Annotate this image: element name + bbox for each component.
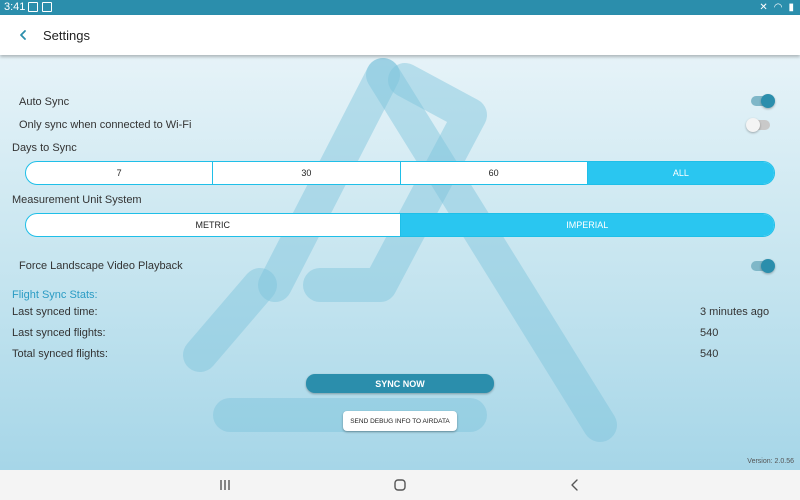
chevron-left-icon: [20, 30, 26, 40]
auto-sync-toggle[interactable]: [751, 94, 775, 108]
mute-icon: ✕: [759, 2, 768, 13]
unit-option-imperial[interactable]: IMPERIAL: [400, 214, 774, 236]
total-synced-flights-value: 540: [700, 348, 719, 360]
settings-content[interactable]: Auto Sync Only sync when connected to Wi…: [0, 55, 800, 470]
last-synced-time-value: 3 minutes ago: [700, 306, 770, 318]
wifi-icon: ◠: [773, 2, 783, 13]
status-time: 3:41: [4, 1, 26, 13]
days-option-30[interactable]: 30: [213, 162, 401, 184]
days-option-7[interactable]: 7: [26, 162, 214, 184]
app-bar: Settings: [0, 15, 800, 55]
total-synced-flights-label: Total synced flights:: [12, 348, 108, 360]
system-nav-bar: [0, 470, 800, 500]
recent-apps-icon: [220, 480, 230, 490]
page-title: Settings: [43, 28, 90, 43]
unit-option-metric[interactable]: METRIC: [26, 214, 401, 236]
home-button[interactable]: [390, 477, 410, 493]
days-to-sync-selector: 7 30 60 ALL: [25, 161, 775, 185]
status-bar: 3:41 ✕ ◠ ▮: [0, 0, 800, 15]
sync-now-button[interactable]: SYNC NOW: [306, 374, 494, 393]
force-landscape-toggle[interactable]: [751, 259, 775, 273]
toggle-knob: [761, 94, 775, 108]
system-back-button[interactable]: [565, 477, 585, 493]
status-system-icons: ✕ ◠ ▮: [759, 2, 794, 13]
send-debug-info-button[interactable]: SEND DEBUG INFO TO AIRDATA: [343, 411, 457, 431]
gallery-notification-icon: [28, 2, 38, 12]
days-option-all[interactable]: ALL: [587, 162, 774, 184]
home-icon: [394, 479, 406, 491]
back-button[interactable]: [12, 23, 34, 47]
days-to-sync-label: Days to Sync: [12, 142, 77, 154]
app-notification-icon: [42, 2, 52, 12]
flight-sync-stats-title: Flight Sync Stats:: [12, 289, 98, 301]
last-synced-time-label: Last synced time:: [12, 306, 98, 318]
toggle-knob: [761, 259, 775, 273]
days-option-60[interactable]: 60: [401, 162, 588, 184]
status-notification-icons: [28, 2, 52, 12]
battery-icon: ▮: [788, 2, 794, 13]
toggle-knob: [746, 118, 760, 132]
unit-system-label: Measurement Unit System: [12, 194, 142, 206]
last-synced-flights-value: 540: [700, 327, 719, 339]
recent-apps-button[interactable]: [215, 477, 235, 493]
wifi-only-toggle[interactable]: [746, 118, 770, 132]
version-label: Version: 2.0.56: [747, 458, 794, 465]
force-landscape-label: Force Landscape Video Playback: [19, 260, 183, 272]
auto-sync-label: Auto Sync: [19, 96, 70, 108]
wifi-only-label: Only sync when connected to Wi-Fi: [19, 119, 192, 131]
back-icon: [571, 479, 578, 491]
unit-system-selector: METRIC IMPERIAL: [25, 213, 775, 237]
last-synced-flights-label: Last synced flights:: [12, 327, 106, 339]
